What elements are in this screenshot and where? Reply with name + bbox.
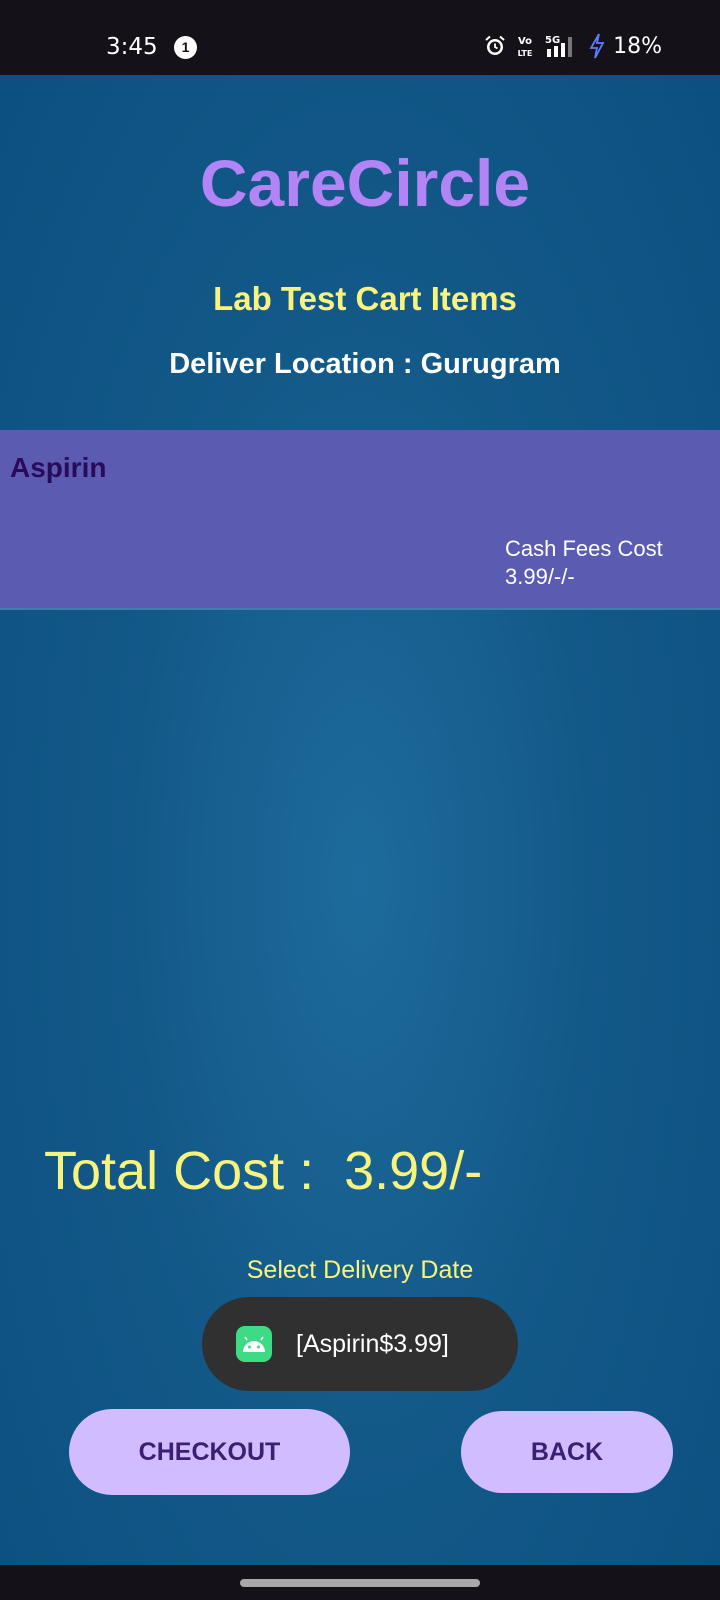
- cart-item-cost-label: Cash Fees Cost: [505, 536, 663, 561]
- svg-text:Vo: Vo: [518, 36, 532, 47]
- back-button[interactable]: BACK: [461, 1411, 673, 1493]
- status-bar: 3:45 1 Vo LTE 5G 18%: [0, 0, 720, 75]
- status-time: 3:45: [106, 34, 158, 60]
- select-delivery-date-button[interactable]: Select Delivery Date: [0, 1256, 720, 1285]
- alarm-icon: [483, 34, 507, 58]
- status-icons: Vo LTE 5G 18%: [483, 33, 662, 59]
- navigation-bar: [0, 1565, 720, 1600]
- home-gesture-handle[interactable]: [240, 1579, 480, 1587]
- total-cost: Total Cost : 3.99/-: [44, 1141, 483, 1201]
- charging-icon: [589, 33, 605, 59]
- page-heading: Lab Test Cart Items: [213, 280, 517, 317]
- signal-5g-icon: 5G: [543, 33, 581, 59]
- volte-icon: Vo LTE: [515, 33, 535, 59]
- toast-message: [Aspirin$3.99]: [296, 1329, 449, 1358]
- toast: [Aspirin$3.99]: [202, 1297, 518, 1391]
- checkout-button[interactable]: CHECKOUT: [69, 1409, 350, 1495]
- cart-item[interactable]: Aspirin Cash Fees Cost 3.99/-/-: [0, 430, 720, 610]
- cart-item-name: Aspirin: [10, 452, 107, 483]
- svg-text:LTE: LTE: [518, 49, 533, 58]
- svg-text:5G: 5G: [545, 35, 560, 46]
- cart-item-cost: Cash Fees Cost 3.99/-/-: [505, 535, 663, 591]
- cart-item-cost-value: 3.99/-/-: [505, 564, 575, 589]
- notification-badge: 1: [174, 36, 197, 59]
- delivery-location: Deliver Location : Gurugram: [169, 348, 561, 380]
- cart-list: Aspirin Cash Fees Cost 3.99/-/-: [0, 430, 720, 610]
- screen: 3:45 1 Vo LTE 5G 18% CareCircle Lab Test…: [0, 0, 720, 1600]
- battery-percentage: 18%: [613, 33, 662, 59]
- android-icon: [236, 1326, 272, 1362]
- app-title: CareCircle: [199, 146, 531, 220]
